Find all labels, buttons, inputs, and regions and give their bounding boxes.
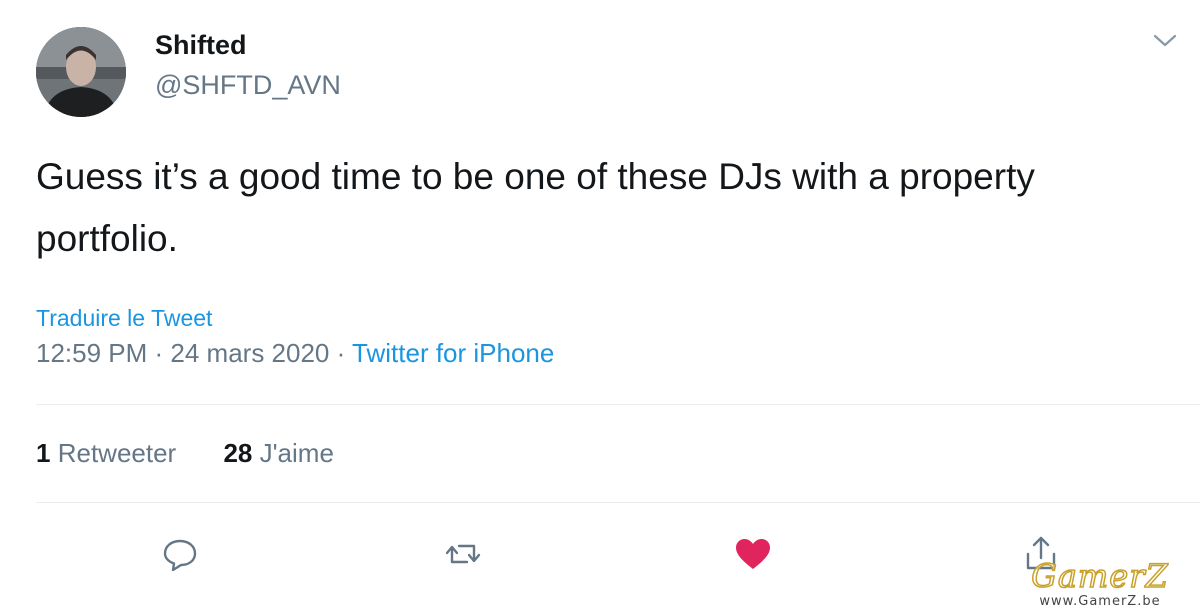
user-photo-icon	[36, 27, 126, 117]
retweets-label: Retweeter	[57, 438, 177, 468]
likes-stat[interactable]: 28 J'aime	[223, 438, 333, 469]
watermark-url: www.GamerZ.be	[1039, 594, 1161, 609]
avatar[interactable]	[36, 27, 126, 117]
divider	[36, 404, 1200, 405]
retweets-count: 1	[36, 438, 51, 468]
tweet-time[interactable]: 12:59 PM	[36, 338, 147, 368]
meta-separator: ·	[329, 338, 353, 368]
author-name[interactable]: Shifted	[155, 30, 247, 61]
retweets-stat[interactable]: 1 Retweeter	[36, 438, 176, 469]
tweet-meta: 12:59 PM · 24 mars 2020 · Twitter for iP…	[36, 338, 554, 369]
author-handle[interactable]: @SHFTD_AVN	[155, 70, 341, 101]
likes-label: J'aime	[259, 438, 334, 468]
likes-count: 28	[223, 438, 253, 468]
meta-separator: ·	[147, 338, 171, 368]
divider	[36, 502, 1200, 503]
share-icon[interactable]	[1021, 534, 1061, 574]
reply-icon[interactable]	[160, 534, 200, 574]
tweet-text: Guess it’s a good time to be one of thes…	[36, 156, 1035, 259]
heart-icon[interactable]	[733, 534, 773, 574]
tweet-source[interactable]: Twitter for iPhone	[352, 338, 554, 368]
chevron-down-icon[interactable]	[1152, 32, 1178, 50]
tweet-date[interactable]: 24 mars 2020	[170, 338, 329, 368]
tweet-stats: 1 Retweeter 28 J'aime	[36, 438, 334, 469]
retweet-icon[interactable]	[443, 534, 483, 574]
translate-tweet-link[interactable]: Traduire le Tweet	[36, 305, 212, 332]
